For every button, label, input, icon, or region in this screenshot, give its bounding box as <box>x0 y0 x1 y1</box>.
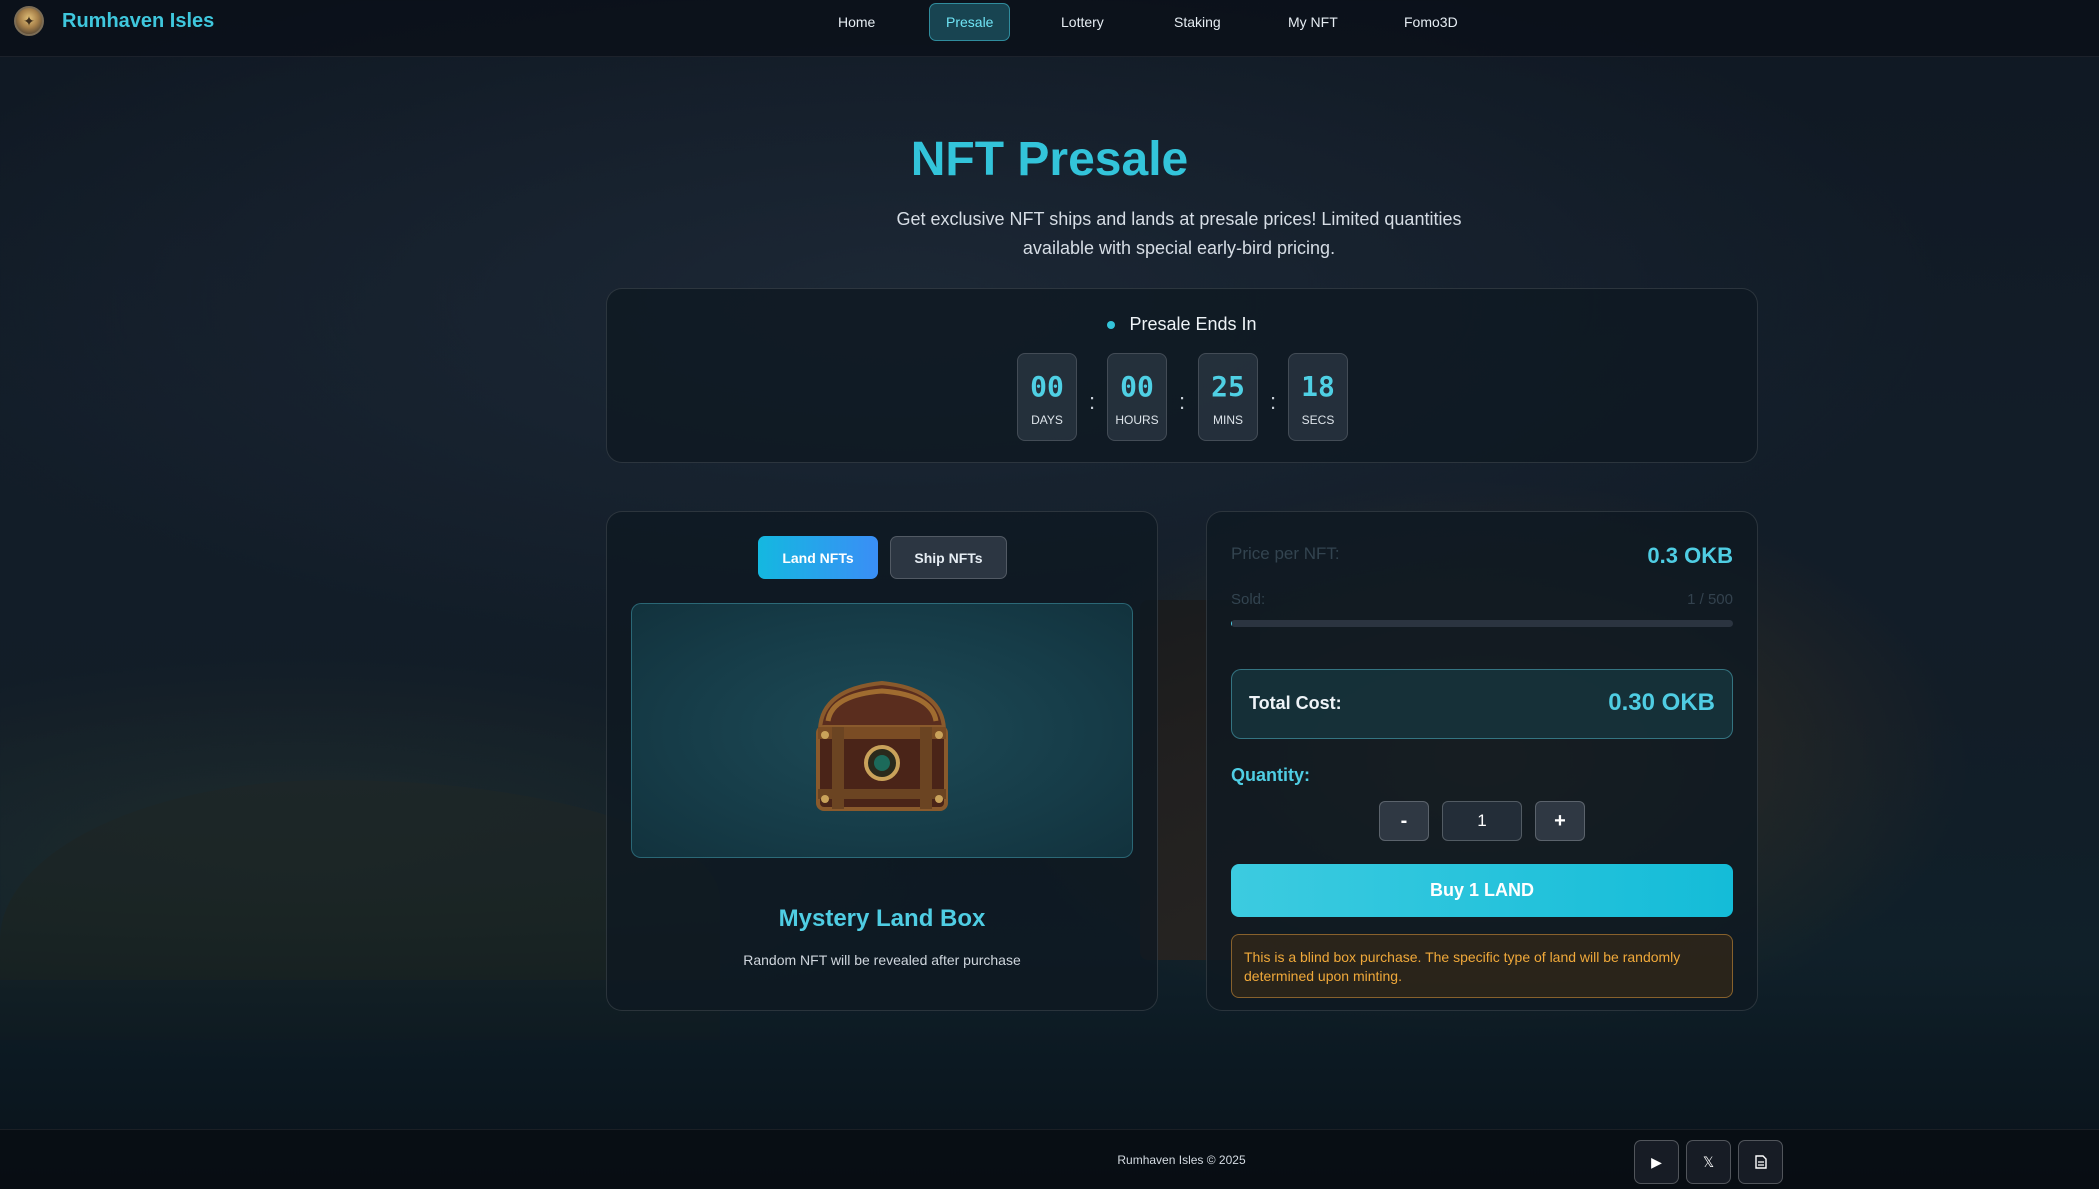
nav-fomo3d[interactable]: Fomo3D <box>1388 3 1474 41</box>
countdown-secs: 18 SECS <box>1288 353 1348 441</box>
price-label: Price per NFT: <box>1231 544 1340 563</box>
sold-value: 1 / 500 <box>1687 591 1733 608</box>
nav-home[interactable]: Home <box>822 3 891 41</box>
countdown-hours-value: 00 <box>1120 370 1154 403</box>
countdown-separator: : <box>1270 389 1277 414</box>
nav-lottery[interactable]: Lottery <box>1045 3 1120 41</box>
countdown-secs-label: SECS <box>1301 413 1335 427</box>
countdown-mins-label: MINS <box>1213 413 1243 427</box>
countdown-header: Presale Ends In <box>607 314 1757 335</box>
purchase-panel: Price per NFT: 0.3 OKB Sold: 1 / 500 Tot… <box>1206 511 1758 1011</box>
tab-ship-nfts[interactable]: Ship NFTs <box>890 536 1007 579</box>
nav-staking[interactable]: Staking <box>1158 3 1237 41</box>
document-icon[interactable] <box>1738 1140 1783 1184</box>
price-value: 0.3 OKB <box>1647 543 1733 568</box>
sold-label: Sold: <box>1231 591 1266 608</box>
nav-presale[interactable]: Presale <box>929 3 1011 41</box>
increment-button[interactable]: + <box>1535 801 1585 841</box>
countdown-hours-label: HOURS <box>1115 413 1159 427</box>
footer: Rumhaven Isles © 2025 ▶ 𝕏 <box>0 1129 2099 1189</box>
countdown-hours: 00 HOURS <box>1107 353 1167 441</box>
treasure-chest-icon <box>816 680 948 811</box>
countdown-separator: : <box>1179 389 1186 414</box>
total-cost-value: 0.30 OKB <box>1608 689 1715 716</box>
top-navbar: ✦ Rumhaven Isles Home Presale Lottery St… <box>0 0 2099 57</box>
nft-name: Mystery Land Box <box>778 905 986 932</box>
countdown-days: 00 DAYS <box>1017 353 1077 441</box>
countdown-separator: : <box>1089 389 1096 414</box>
buy-button[interactable]: Buy 1 LAND <box>1231 864 1733 917</box>
countdown-mins: 25 MINS <box>1198 353 1258 441</box>
countdown-panel: Presale Ends In 00 DAYS : 00 HOURS : 25 … <box>606 288 1758 463</box>
sold-progress-fill <box>1231 620 1232 627</box>
countdown-mins-value: 25 <box>1211 370 1245 403</box>
decrement-button[interactable]: - <box>1379 801 1429 841</box>
quantity-input[interactable] <box>1442 801 1522 841</box>
x-icon[interactable]: 𝕏 <box>1686 1140 1731 1184</box>
play-icon[interactable]: ▶ <box>1634 1140 1679 1184</box>
total-cost-label: Total Cost: <box>1249 693 1342 713</box>
countdown-secs-value: 18 <box>1301 370 1335 403</box>
main-nav: Home Presale Lottery Staking My NFT Fomo… <box>0 3 2099 41</box>
page-title: NFT Presale <box>910 133 1189 186</box>
nft-preview-panel: Land NFTs Ship NFTs Mystery Land Box Ran… <box>606 511 1158 1011</box>
nft-description: Random NFT will be revealed after purcha… <box>743 952 1021 968</box>
countdown-days-value: 00 <box>1030 370 1064 403</box>
countdown-days-label: DAYS <box>1031 413 1063 427</box>
copyright: Rumhaven Isles © 2025 <box>1117 1153 1246 1167</box>
document-glyph <box>1754 1155 1767 1169</box>
nft-image-frame <box>631 603 1133 858</box>
quantity-label: Quantity: <box>1231 765 1310 785</box>
total-cost-box: Total Cost: 0.30 OKB <box>1231 669 1733 739</box>
countdown-title: Presale Ends In <box>1129 314 1257 334</box>
sold-progress-bar <box>1231 620 1733 627</box>
nav-my-nft[interactable]: My NFT <box>1272 3 1354 41</box>
page-subtitle: Get exclusive NFT ships and lands at pre… <box>896 209 1462 258</box>
tab-land-nfts[interactable]: Land NFTs <box>758 536 878 579</box>
blind-box-notice: This is a blind box purchase. The specif… <box>1231 934 1733 998</box>
status-dot-icon <box>1107 320 1116 329</box>
